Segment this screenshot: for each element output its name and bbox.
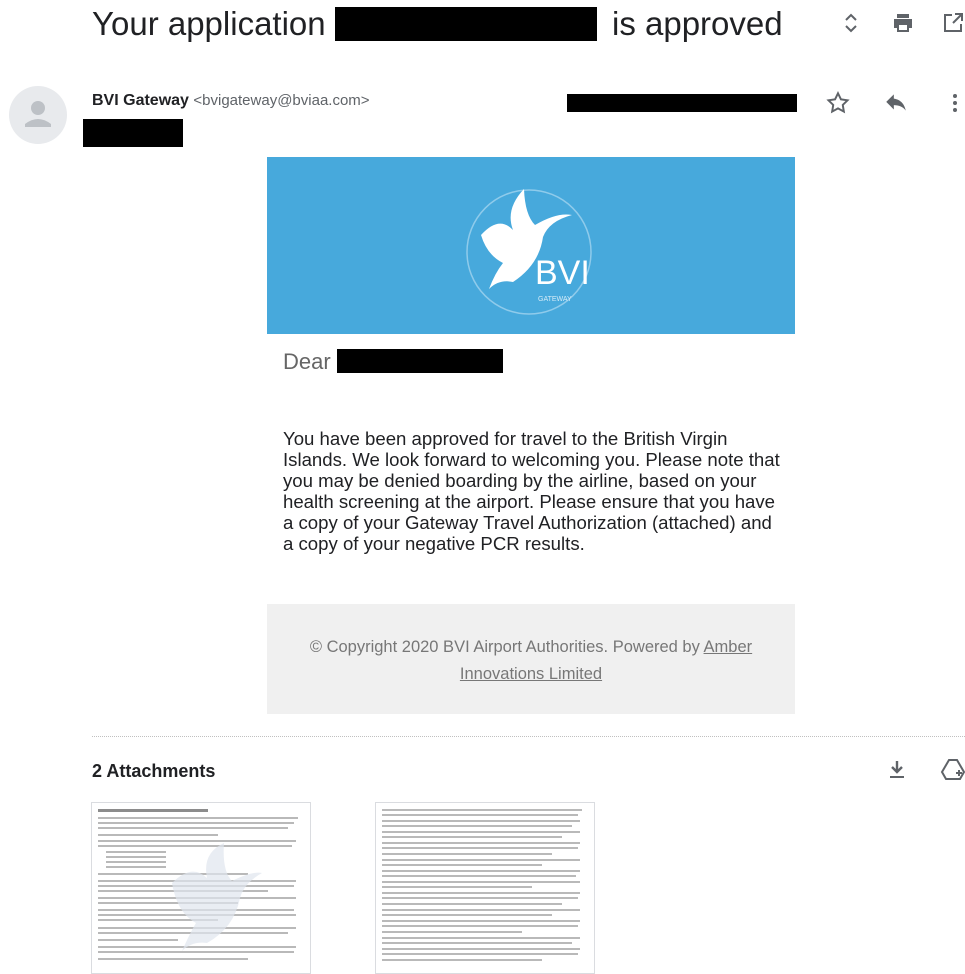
sender-email: <bvigateway@bviaa.com>	[193, 92, 370, 109]
print-icon[interactable]	[888, 8, 918, 38]
sender-line: BVI Gateway <bvigateway@bviaa.com>	[92, 90, 370, 112]
email-subject: Your application is approved	[92, 4, 783, 44]
redacted-recipient-name	[336, 349, 503, 373]
open-in-new-window-icon[interactable]	[938, 8, 965, 38]
star-icon[interactable]	[823, 88, 853, 118]
footer-copyright: © Copyright 2020 BVI Airport Authorities…	[287, 634, 775, 688]
subject-prefix: Your application	[92, 5, 326, 42]
expand-collapse-icon[interactable]	[836, 8, 866, 38]
thumbnail-watermark-icon	[172, 843, 262, 951]
logo-text: BVI	[535, 254, 590, 292]
attachments-title: 2 Attachments	[92, 761, 216, 781]
bvi-gateway-logo: BVI GATEWAY	[466, 189, 592, 315]
attachment-thumbnail-1[interactable]	[91, 802, 311, 974]
email-footer: © Copyright 2020 BVI Airport Authorities…	[267, 604, 795, 714]
greeting: Dear	[283, 348, 503, 376]
logo-subtext: GATEWAY	[538, 296, 572, 303]
redacted-recipient	[83, 119, 183, 147]
save-to-drive-icon[interactable]	[938, 754, 965, 784]
email-body: You have been approved for travel to the…	[283, 428, 780, 554]
reply-icon[interactable]	[881, 88, 911, 118]
sender-name: BVI Gateway	[92, 92, 189, 109]
footer-text: © Copyright 2020 BVI Airport Authorities…	[309, 638, 700, 656]
more-options-icon[interactable]	[940, 88, 965, 118]
subject-suffix: is approved	[611, 5, 783, 42]
avatar	[9, 86, 67, 144]
default-person-icon	[25, 101, 51, 127]
download-all-icon[interactable]	[882, 754, 912, 784]
hero-banner: BVI GATEWAY	[267, 157, 795, 334]
attachments-divider	[92, 736, 965, 737]
redacted-date	[567, 94, 797, 112]
redacted-application-id	[334, 7, 597, 41]
greeting-text: Dear	[283, 349, 331, 374]
attachment-thumbnail-2[interactable]	[375, 802, 595, 974]
